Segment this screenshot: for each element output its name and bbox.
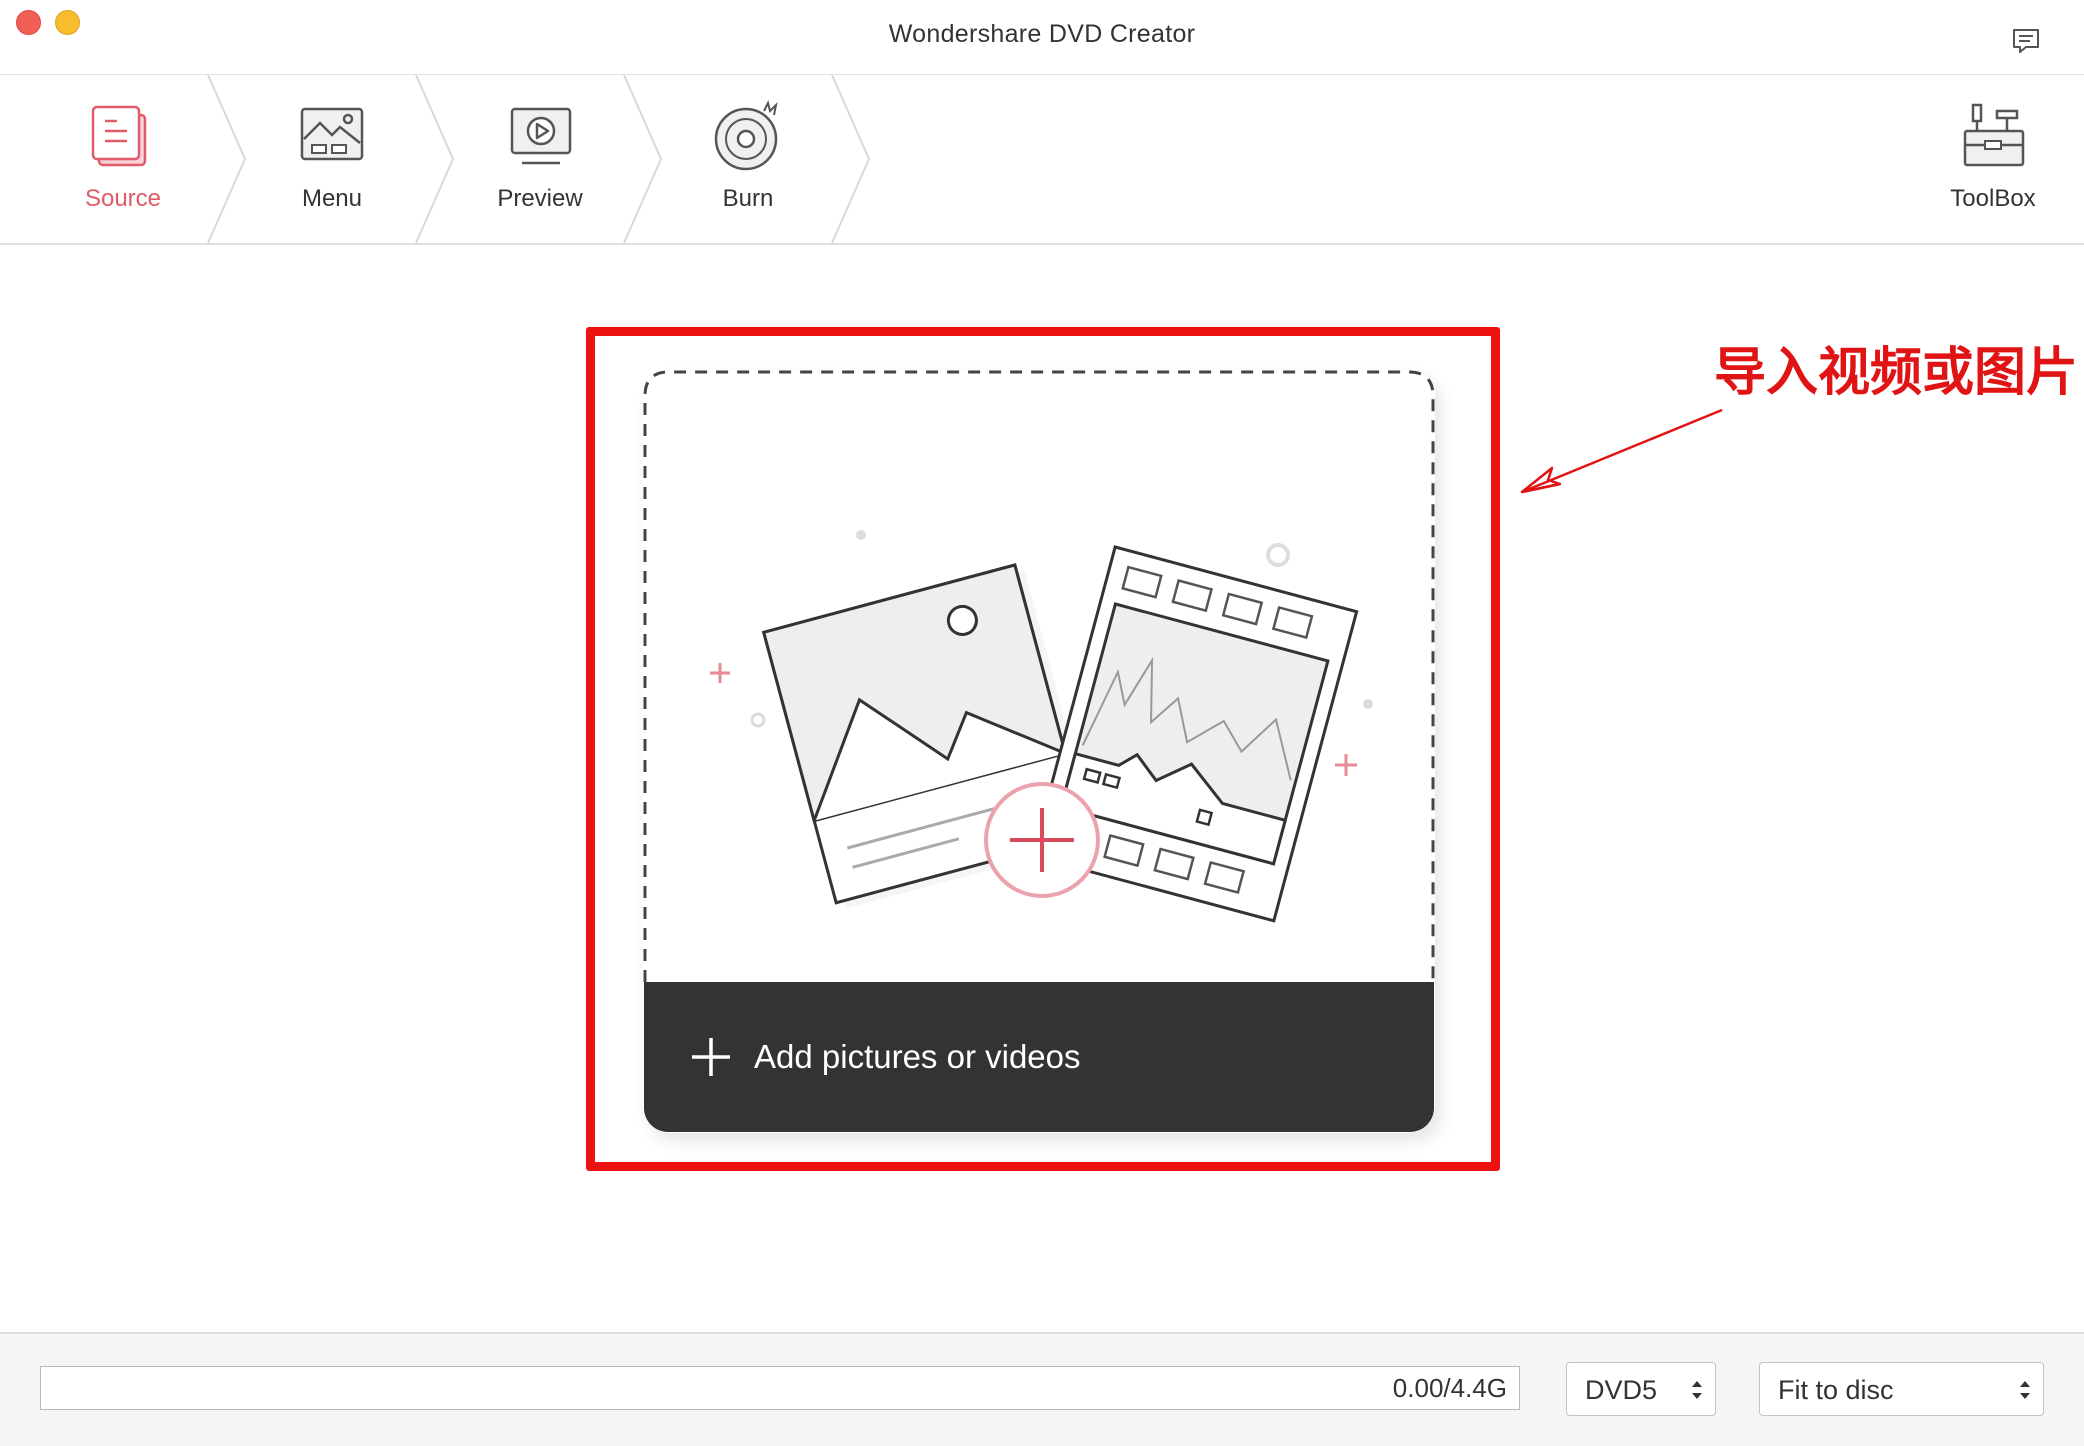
disc-type-value: DVD5 — [1585, 1375, 1658, 1405]
window-title: Wondershare DVD Creator — [888, 20, 1196, 48]
step-burn-label: Burn — [722, 185, 774, 212]
disc-type-select[interactable]: DVD5 — [1566, 1362, 1716, 1416]
step-source[interactable]: Source — [28, 75, 218, 243]
step-toolbar: Source Menu Preview Burn ToolBox — [0, 75, 2084, 245]
media-illustration — [710, 530, 1373, 923]
toolbox-icon — [1963, 103, 2025, 167]
feedback-icon[interactable] — [2010, 25, 2042, 57]
preview-monitor-icon — [510, 107, 572, 165]
step-menu-label: Menu — [301, 185, 363, 212]
bottom-bar: 0.00/4.4G DVD5 Fit to disc — [0, 1332, 2084, 1446]
add-media-bar[interactable]: Add pictures or videos — [644, 982, 1434, 1132]
updown-chevron-icon — [1692, 1381, 1702, 1399]
menu-template-icon — [300, 107, 364, 161]
annotation-text: 导入视频或图片 — [1714, 343, 2079, 403]
step-preview-label: Preview — [497, 185, 583, 212]
toolbox-button[interactable]: ToolBox — [1928, 75, 2058, 243]
fit-mode-value: Fit to disc — [1778, 1375, 1894, 1405]
source-icon — [91, 105, 147, 167]
step-preview[interactable]: Preview — [445, 75, 635, 243]
capacity-text: 0.00/4.4G — [1392, 1373, 1507, 1403]
step-menu[interactable]: Menu — [237, 75, 427, 243]
capacity-bar: 0.00/4.4G — [40, 1366, 1520, 1410]
toolbox-label: ToolBox — [1950, 185, 2036, 212]
updown-chevron-icon — [2020, 1381, 2030, 1399]
fit-mode-select[interactable]: Fit to disc — [1759, 1362, 2044, 1416]
burn-disc-icon — [714, 100, 778, 171]
step-burn[interactable]: Burn — [653, 75, 843, 243]
step-source-label: Source — [84, 185, 162, 212]
add-media-label: Add pictures or videos — [754, 1038, 1081, 1075]
annotation-arrow-icon — [1520, 408, 1723, 494]
title-bar: Wondershare DVD Creator — [0, 0, 2084, 75]
plus-icon — [692, 1038, 730, 1076]
